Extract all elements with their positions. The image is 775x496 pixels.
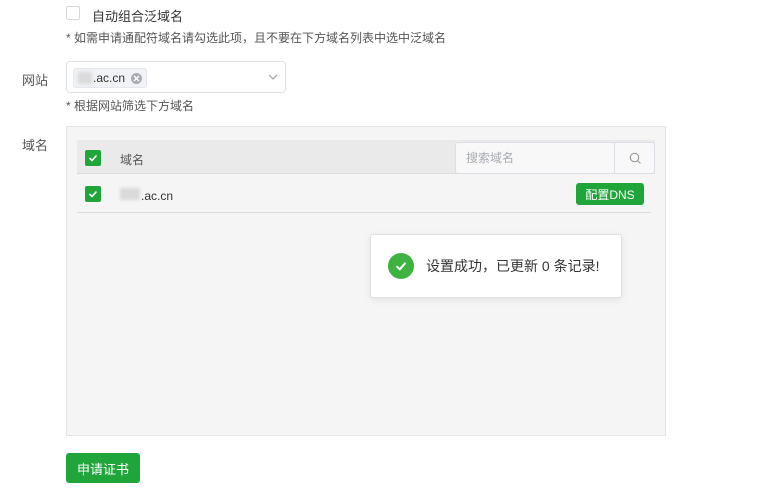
- tag-close-icon[interactable]: [131, 72, 143, 84]
- check-icon: [88, 154, 98, 162]
- search-icon: [629, 152, 641, 164]
- wildcard-checkbox[interactable]: [66, 6, 80, 20]
- domain-row-name: .ac.cn: [120, 188, 173, 203]
- apply-certificate-button[interactable]: 申请证书: [66, 453, 140, 483]
- domain-row-checkbox[interactable]: [85, 186, 101, 202]
- domain-column-header: 域名: [120, 153, 145, 167]
- redacted-mark: [78, 72, 92, 84]
- select-all-checkbox[interactable]: [85, 150, 101, 166]
- success-toast: 设置成功，已更新 0 条记录!: [370, 234, 622, 298]
- toast-message: 设置成功，已更新 0 条记录!: [426, 258, 600, 274]
- domains-label: 域名: [22, 138, 49, 153]
- search-button[interactable]: [614, 143, 655, 173]
- row-divider: [77, 212, 651, 213]
- redacted-mark: [120, 188, 140, 200]
- site-label: 网站: [22, 73, 49, 88]
- success-check-icon: [388, 253, 414, 279]
- site-tag: .ac.cn: [73, 68, 148, 88]
- site-note: * 根据网站筛选下方域名: [66, 99, 195, 113]
- configure-dns-button[interactable]: 配置DNS: [576, 183, 644, 205]
- wildcard-checkbox-label[interactable]: 自动组合泛域名: [92, 6, 183, 25]
- domain-search-input[interactable]: [456, 143, 614, 173]
- site-tag-label: .ac.cn: [93, 71, 126, 85]
- chevron-down-icon[interactable]: [267, 71, 279, 86]
- wildcard-note: * 如需申请通配符域名请勾选此项，且不要在下方域名列表中选中泛域名: [66, 31, 447, 45]
- check-icon: [88, 190, 98, 198]
- domain-search: [455, 142, 655, 174]
- site-select[interactable]: .ac.cn: [66, 61, 286, 93]
